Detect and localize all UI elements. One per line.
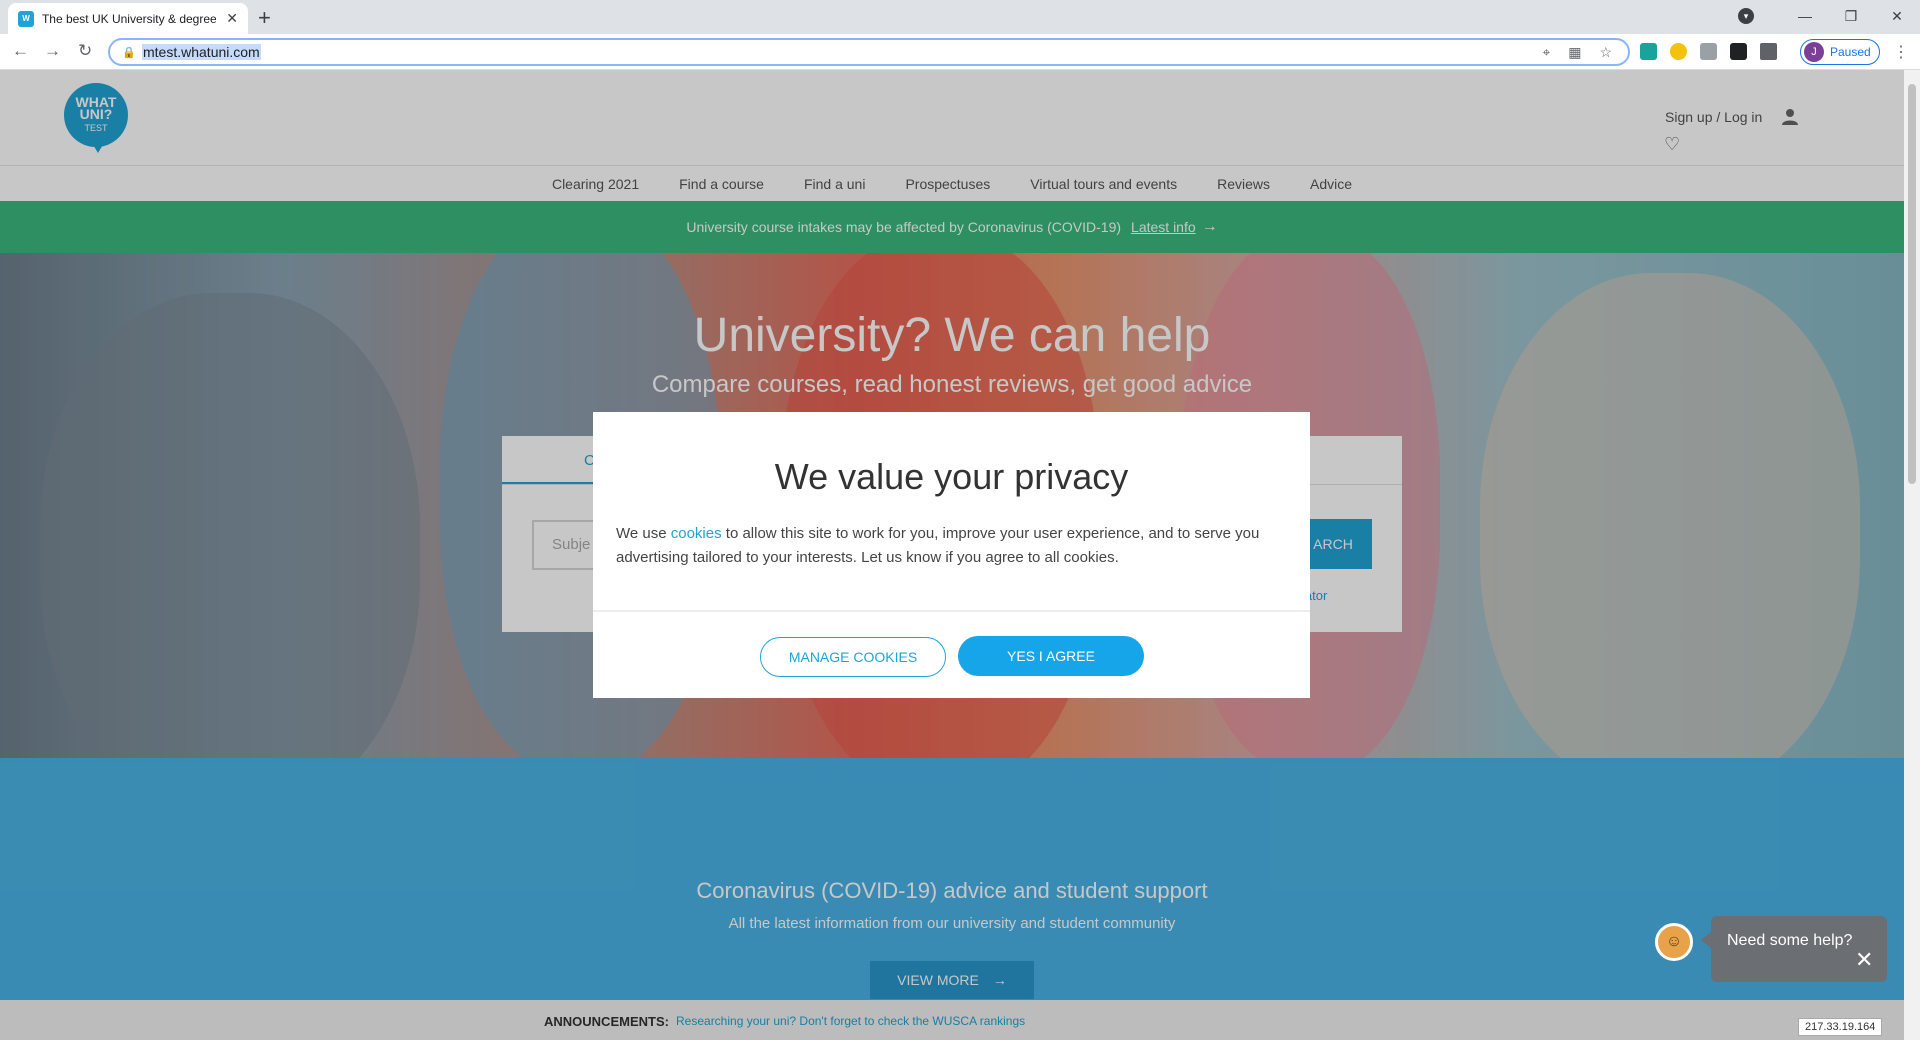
agree-button[interactable]: YES I AGREE bbox=[958, 636, 1144, 676]
extensions-bar bbox=[1640, 43, 1777, 60]
modal-divider bbox=[593, 610, 1310, 612]
reload-icon[interactable]: ↻ bbox=[78, 41, 92, 61]
avatar: J bbox=[1804, 42, 1824, 62]
browser-tabstrip: W The best UK University & degree ✕ + ▾ … bbox=[0, 0, 1920, 34]
menu-icon[interactable]: ⋮ bbox=[1893, 42, 1909, 62]
cookies-link[interactable]: cookies bbox=[671, 525, 722, 542]
qr-icon[interactable]: ▦ bbox=[1568, 44, 1581, 61]
minimize-button[interactable]: — bbox=[1782, 8, 1828, 24]
tab-close-icon[interactable]: ✕ bbox=[226, 10, 238, 27]
page: WHAT UNI? TEST Sign up / Log in ♡ Cleari… bbox=[0, 70, 1904, 1040]
scrollbar-thumb[interactable] bbox=[1908, 84, 1916, 484]
extension-4-icon[interactable] bbox=[1730, 43, 1747, 60]
forward-icon[interactable]: → bbox=[44, 41, 61, 61]
privacy-modal: We value your privacy We use cookies to … bbox=[593, 412, 1310, 698]
chatbot-icon[interactable]: ☺ bbox=[1655, 923, 1693, 961]
modal-body: We use cookies to allow this site to wor… bbox=[616, 522, 1296, 570]
close-window-button[interactable]: ✕ bbox=[1874, 8, 1920, 25]
url-text[interactable]: mtest.whatuni.com bbox=[142, 44, 261, 60]
profile-button[interactable]: J Paused bbox=[1800, 39, 1880, 65]
tab-search-icon[interactable]: ▾ bbox=[1738, 8, 1754, 24]
tab-title: The best UK University & degree bbox=[41, 11, 217, 26]
manage-cookies-button[interactable]: MANAGE COOKIES bbox=[760, 637, 946, 677]
extensions-icon[interactable] bbox=[1760, 43, 1777, 60]
omnibox-actions: ⌖ ▦ ☆ bbox=[1542, 44, 1612, 61]
modal-body-before: We use bbox=[616, 525, 671, 542]
restore-button[interactable]: ❐ bbox=[1828, 8, 1874, 25]
window-controls: ▾ — ❐ ✕ bbox=[1738, 0, 1920, 32]
modal-title: We value your privacy bbox=[774, 456, 1129, 497]
browser-tab[interactable]: W The best UK University & degree ✕ bbox=[8, 3, 248, 34]
close-icon[interactable]: ✕ bbox=[1855, 947, 1873, 973]
profile-status: Paused bbox=[1830, 45, 1871, 59]
chat-help-text: Need some help? bbox=[1727, 932, 1853, 949]
extension-1-icon[interactable] bbox=[1640, 43, 1657, 60]
star-icon[interactable]: ☆ bbox=[1599, 44, 1612, 61]
whatuni-favicon-icon: W bbox=[18, 10, 34, 27]
ip-badge: 217.33.19.164 bbox=[1798, 1018, 1883, 1036]
extension-3-icon[interactable] bbox=[1700, 43, 1717, 60]
new-tab-button[interactable]: + bbox=[258, 5, 271, 31]
location-icon[interactable]: ⌖ bbox=[1542, 44, 1550, 61]
browser-toolbar: ← → ↻ 🔒 mtest.whatuni.com ⌖ ▦ ☆ J Paused… bbox=[0, 34, 1920, 70]
scrollbar[interactable] bbox=[1904, 70, 1920, 1040]
extension-2-icon[interactable] bbox=[1670, 43, 1687, 60]
back-icon[interactable]: ← bbox=[12, 41, 29, 61]
address-bar[interactable]: 🔒 mtest.whatuni.com ⌖ ▦ ☆ bbox=[108, 38, 1630, 66]
lock-icon[interactable]: 🔒 bbox=[122, 46, 136, 59]
